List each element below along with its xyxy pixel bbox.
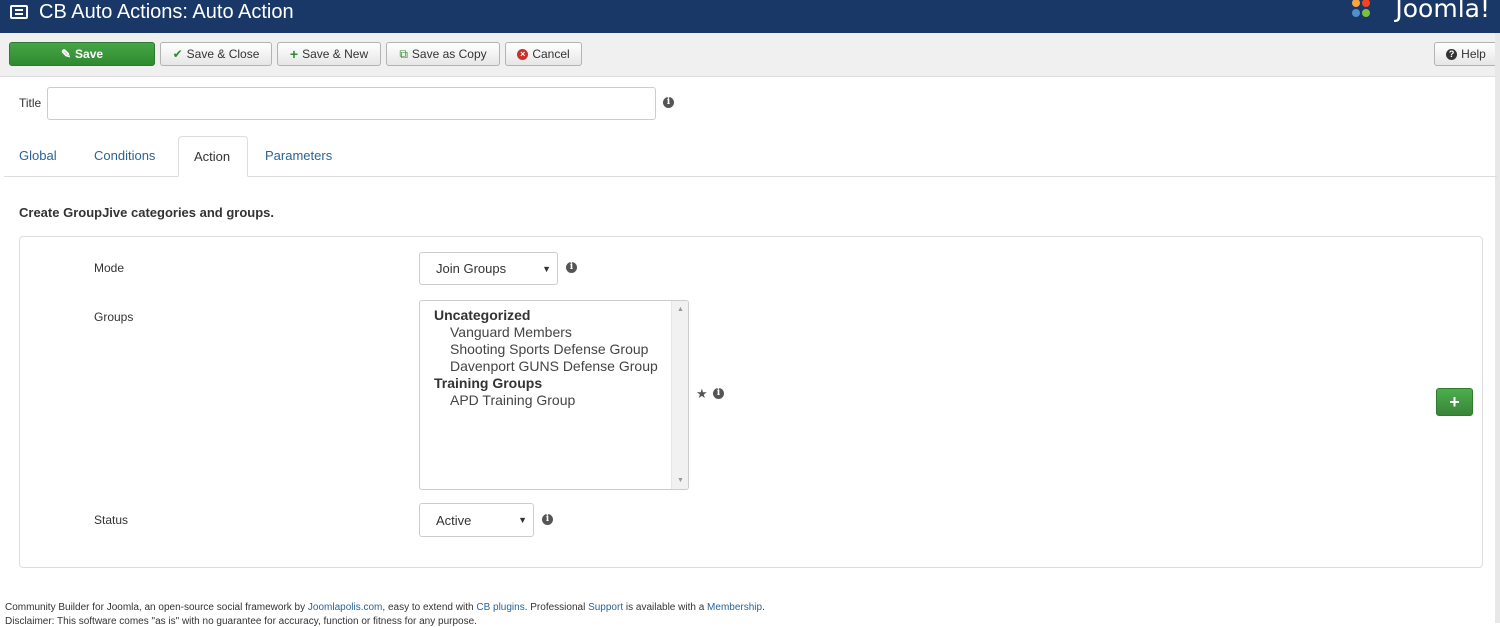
info-icon[interactable]: i	[566, 262, 577, 273]
cancel-label: Cancel	[532, 47, 570, 61]
cancel-button[interactable]: × Cancel	[505, 42, 582, 66]
list-icon	[10, 5, 28, 19]
footer-text: , easy to extend with	[382, 602, 477, 613]
scroll-down-icon[interactable]: ▼	[677, 477, 684, 484]
mode-label: Mode	[94, 261, 125, 275]
page-header: CB Auto Actions: Auto Action Joomla!	[0, 0, 1500, 33]
title-label: Title	[19, 96, 42, 110]
tab-global[interactable]: Global	[4, 136, 72, 177]
add-row-button[interactable]: +	[1436, 388, 1473, 416]
mode-select[interactable]: Join Groups ▼	[419, 252, 558, 285]
help-button[interactable]: ? Help	[1434, 42, 1498, 66]
plus-icon: +	[1449, 391, 1460, 412]
tab-bar: Global Conditions Action Parameters	[4, 136, 1497, 177]
edit-icon: ✎	[60, 47, 72, 61]
membership-link[interactable]: Membership	[707, 602, 762, 613]
groups-multiselect[interactable]: Uncategorized Vanguard Members Shooting …	[419, 300, 689, 490]
save-new-label: Save & New	[302, 47, 369, 61]
joomla-logo-icon	[1352, 0, 1370, 17]
save-new-button[interactable]: + Save & New	[277, 42, 381, 66]
footer-text: . Professional	[524, 602, 589, 613]
info-icon[interactable]: i	[713, 388, 724, 399]
plus-icon: +	[289, 46, 299, 62]
check-icon: ✔	[172, 47, 183, 61]
section-heading: Create GroupJive categories and groups.	[19, 205, 275, 220]
title-input[interactable]	[47, 87, 656, 120]
chevron-down-icon: ▼	[542, 263, 551, 274]
save-copy-button[interactable]: ⧉ Save as Copy	[386, 42, 500, 66]
tab-parameters[interactable]: Parameters	[250, 136, 347, 177]
tab-conditions[interactable]: Conditions	[79, 136, 170, 177]
group-category: Training Groups	[434, 375, 543, 391]
support-link[interactable]: Support	[588, 602, 623, 613]
group-category: Uncategorized	[434, 307, 531, 323]
tab-action[interactable]: Action	[178, 136, 248, 177]
groups-label: Groups	[94, 310, 134, 324]
footer-disclaimer: Disclaimer: This software comes "as is" …	[5, 616, 477, 627]
chevron-down-icon: ▼	[518, 515, 527, 525]
status-value: Active	[436, 512, 472, 528]
footer-text: is available with a	[623, 602, 708, 613]
group-option[interactable]: APD Training Group	[450, 392, 575, 408]
help-label: Help	[1461, 47, 1486, 61]
joomlapolis-link[interactable]: Joomlapolis.com	[308, 602, 382, 613]
cb-plugins-link[interactable]: CB plugins	[476, 602, 524, 613]
scroll-up-icon[interactable]: ▲	[677, 306, 684, 313]
status-select[interactable]: Active ▼	[419, 503, 534, 537]
action-panel	[19, 236, 1483, 568]
save-copy-label: Save as Copy	[411, 47, 487, 61]
multiselect-scrollbar[interactable]: ▲ ▼	[671, 301, 688, 489]
mode-value: Join Groups	[436, 261, 507, 276]
page-scrollbar[interactable]	[1495, 33, 1500, 623]
save-close-label: Save & Close	[186, 47, 260, 61]
page-title: CB Auto Actions: Auto Action	[39, 1, 294, 23]
footer-credits: Community Builder for Joomla, an open-so…	[5, 602, 765, 613]
toolbar: ✎ Save ✔ Save & Close + Save & New ⧉ Sav…	[0, 33, 1500, 77]
footer-text: Community Builder for Joomla, an open-so…	[5, 602, 308, 613]
save-label: Save	[75, 47, 104, 61]
joomla-logo-text: Joomla!	[1395, 0, 1490, 23]
group-option[interactable]: Shooting Sports Defense Group	[450, 341, 648, 357]
copy-icon: ⧉	[399, 47, 408, 61]
save-button[interactable]: ✎ Save	[9, 42, 155, 66]
info-icon[interactable]: i	[542, 514, 553, 525]
question-icon: ?	[1446, 48, 1458, 60]
group-option[interactable]: Davenport GUNS Defense Group	[450, 358, 658, 374]
footer-text: .	[762, 602, 765, 613]
close-circle-icon: ×	[517, 48, 529, 60]
save-close-button[interactable]: ✔ Save & Close	[160, 42, 272, 66]
info-icon[interactable]: i	[663, 97, 674, 108]
star-icon: ★	[696, 386, 708, 401]
group-option[interactable]: Vanguard Members	[450, 324, 572, 340]
status-label: Status	[94, 513, 129, 527]
